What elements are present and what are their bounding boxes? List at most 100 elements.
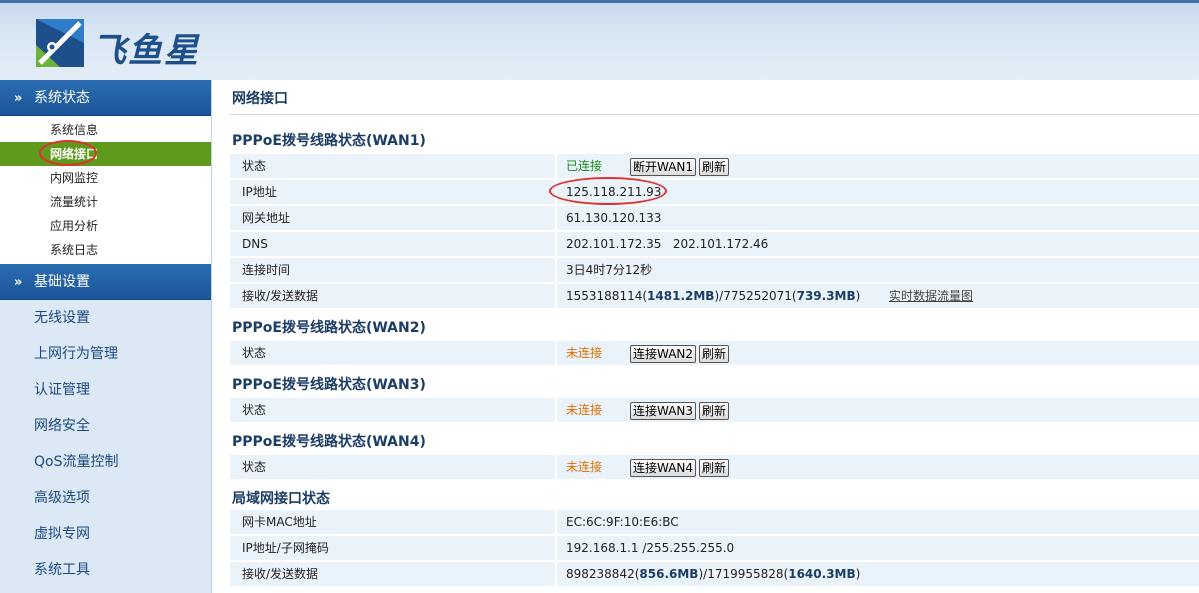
table-row: IP地址 125.118.211.93	[230, 177, 1199, 205]
wan1-traffic-value: 1553188114(1481.2MB)/775252071(739.3MB)	[566, 289, 861, 303]
table-row: 状态 未连接 连接WAN3 刷新	[230, 398, 1199, 423]
row-label: 状态	[242, 460, 267, 474]
dns-secondary: 202.101.172.46	[672, 237, 769, 251]
column-separator	[555, 284, 557, 309]
rx-mb: 1481.2MB	[647, 289, 715, 303]
section-title-wan4: PPPoE拨号线路状态(WAN4)	[232, 434, 426, 450]
column-separator	[555, 206, 557, 231]
rx-bytes: 1553188114	[566, 289, 643, 303]
row-label: 接收/发送数据	[242, 289, 319, 303]
row-value: 已连接 断开WAN1 刷新	[566, 154, 730, 179]
header: 飞鱼星	[0, 0, 1199, 80]
brand-name: 飞鱼星	[92, 31, 200, 71]
table-row: 接收/发送数据 898238842(856.6MB)/1719955828(16…	[230, 562, 1199, 587]
tx-mb: 739.3MB	[796, 289, 856, 303]
sidebar: » 系统状态 系统信息 网络接口 内网监控 流量统计 应用分析 系统日志 » 基础设…	[0, 80, 211, 593]
column-separator	[555, 562, 557, 587]
sidebar-section-label: 系统状态	[34, 90, 90, 106]
tx-bytes: 1719955828	[707, 567, 784, 581]
sidebar-section-system-status[interactable]: » 系统状态	[0, 80, 211, 116]
row-label: 网关地址	[242, 211, 291, 225]
sidebar-sublist: 系统信息 网络接口 内网监控 流量统计 应用分析 系统日志	[0, 116, 211, 264]
sidebar-section-basic-settings[interactable]: » 基础设置	[0, 264, 211, 300]
row-label: 接收/发送数据	[242, 567, 319, 581]
sidebar-item-qos[interactable]: QoS流量控制	[0, 444, 211, 480]
row-label: IP地址	[242, 185, 277, 199]
section-title-wan1: PPPoE拨号线路状态(WAN1)	[232, 133, 426, 149]
column-separator	[555, 341, 557, 366]
sidebar-item-vpn[interactable]: 虚拟专网	[0, 516, 211, 552]
refresh-button[interactable]: 刷新	[699, 401, 730, 420]
table-row: 网关地址 61.130.120.133	[230, 206, 1199, 231]
chevron-down-icon: »	[14, 91, 23, 106]
wan1-gateway-value: 61.130.120.133	[566, 211, 662, 225]
sidebar-item-app-analysis[interactable]: 应用分析	[0, 214, 211, 238]
main-content: 网络接口 PPPoE拨号线路状态(WAN1) 状态 已连接 断开WAN1 刷新 IP…	[211, 80, 1199, 593]
sidebar-item-security[interactable]: 网络安全	[0, 408, 211, 444]
lan-traffic-value: 898238842(856.6MB)/1719955828(1640.3MB)	[566, 567, 861, 581]
sidebar-item-lan-monitor[interactable]: 内网监控	[0, 166, 211, 190]
row-label: 状态	[242, 346, 267, 360]
section-title-wan2: PPPoE拨号线路状态(WAN2)	[232, 320, 426, 336]
row-value: 未连接 连接WAN2 刷新	[566, 341, 730, 366]
connect-wan2-button[interactable]: 连接WAN2	[630, 344, 697, 363]
tx-mb: 1640.3MB	[788, 567, 856, 581]
section-title-wan3: PPPoE拨号线路状态(WAN3)	[232, 377, 426, 393]
section-title-lan: 局域网接口状态	[232, 491, 330, 507]
chevron-right-icon: »	[14, 275, 23, 290]
row-value: 未连接 连接WAN3 刷新	[566, 398, 730, 423]
wan1-ip-value: 125.118.211.93	[566, 185, 662, 199]
row-label: 状态	[242, 403, 267, 417]
table-row: IP地址/子网掩码 192.168.1.1 /255.255.255.0	[230, 536, 1199, 561]
tx-bytes: 775252071	[723, 289, 792, 303]
refresh-button[interactable]: 刷新	[699, 344, 730, 363]
column-separator	[555, 154, 557, 179]
row-value: 未连接 连接WAN4 刷新	[566, 455, 730, 480]
status-text: 已连接	[566, 159, 603, 173]
sidebar-item-system-log[interactable]: 系统日志	[0, 238, 211, 262]
rx-mb: 856.6MB	[639, 567, 699, 581]
refresh-button[interactable]: 刷新	[699, 157, 730, 176]
row-label: IP地址/子网掩码	[242, 541, 329, 555]
table-row: 状态 已连接 断开WAN1 刷新	[230, 154, 1199, 179]
sidebar-item-auth[interactable]: 认证管理	[0, 372, 211, 408]
table-row: 状态 未连接 连接WAN4 刷新	[230, 455, 1199, 480]
connect-wan4-button[interactable]: 连接WAN4	[630, 458, 697, 477]
sidebar-item-behavior[interactable]: 上网行为管理	[0, 336, 211, 372]
table-row: DNS 202.101.172.35 202.101.172.46	[230, 232, 1199, 257]
table-row: 连接时间 3日4时7分12秒	[230, 258, 1199, 283]
status-text: 未连接	[566, 460, 603, 474]
brand-logo[interactable]: 飞鱼星	[34, 17, 234, 71]
sidebar-item-wireless[interactable]: 无线设置	[0, 300, 211, 336]
sidebar-section-label: 基础设置	[34, 274, 90, 290]
sidebar-item-traffic-stats[interactable]: 流量统计	[0, 190, 211, 214]
column-separator	[555, 398, 557, 423]
row-label: DNS	[242, 237, 268, 251]
table-row: 网卡MAC地址 EC:6C:9F:10:E6:BC	[230, 510, 1199, 535]
status-text: 未连接	[566, 403, 603, 417]
sidebar-item-system-info[interactable]: 系统信息	[0, 118, 211, 142]
row-label: 连接时间	[242, 263, 291, 277]
column-separator	[555, 536, 557, 561]
refresh-button[interactable]: 刷新	[699, 458, 730, 477]
dns-primary: 202.101.172.35	[566, 237, 662, 251]
table-row: 状态 未连接 连接WAN2 刷新	[230, 341, 1199, 366]
status-text: 未连接	[566, 346, 603, 360]
highlight-circle	[39, 140, 97, 166]
title-divider	[230, 114, 1199, 115]
column-separator	[555, 455, 557, 480]
rx-bytes: 898238842	[566, 567, 635, 581]
realtime-traffic-chart-link[interactable]: 实时数据流量图	[889, 284, 973, 309]
page-title: 网络接口	[232, 91, 288, 107]
sidebar-item-network-interface[interactable]: 网络接口	[0, 140, 211, 166]
sidebar-item-system-tools[interactable]: 系统工具	[0, 552, 211, 588]
sidebar-item-advanced[interactable]: 高级选项	[0, 480, 211, 516]
disconnect-wan1-button[interactable]: 断开WAN1	[630, 157, 697, 176]
connect-wan3-button[interactable]: 连接WAN3	[630, 401, 697, 420]
column-separator	[555, 258, 557, 283]
wan1-uptime-value: 3日4时7分12秒	[566, 263, 653, 277]
row-label: 状态	[242, 159, 267, 173]
table-row: 接收/发送数据 1553188114(1481.2MB)/775252071(7…	[230, 284, 1199, 309]
column-separator	[555, 232, 557, 257]
lan-ip-mask-value: 192.168.1.1 /255.255.255.0	[566, 541, 735, 555]
